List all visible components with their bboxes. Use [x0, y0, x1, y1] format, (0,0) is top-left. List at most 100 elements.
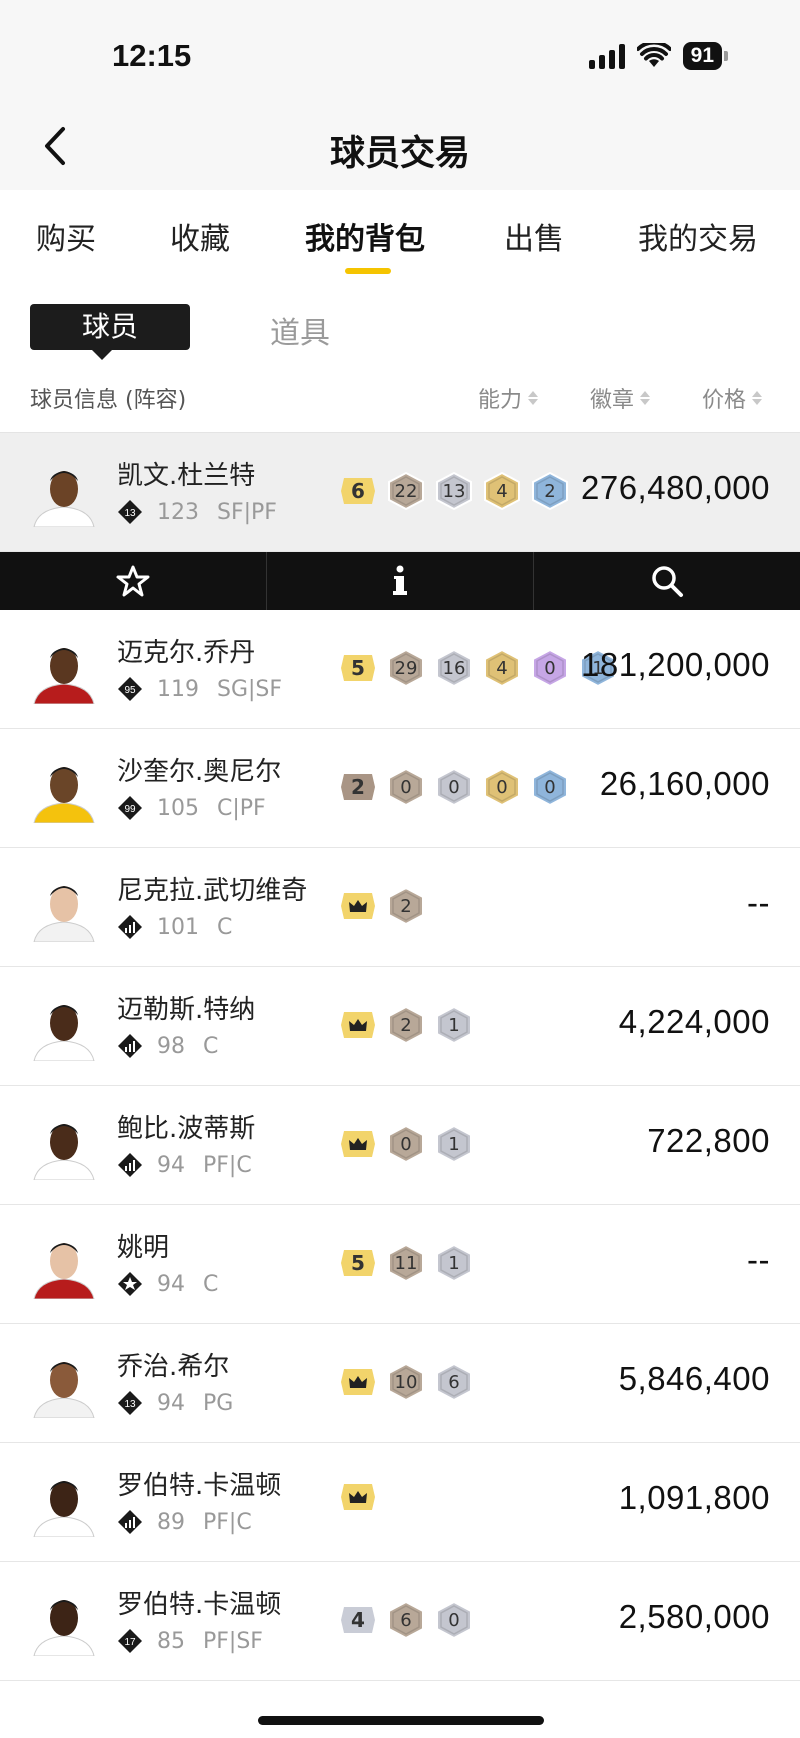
player-price: 722,800 [647, 1122, 770, 1159]
bronze-badge: 0 [386, 767, 426, 807]
badge-group: 10 6 [338, 1362, 474, 1402]
player-rating: 101 [157, 914, 199, 940]
avatar [30, 755, 98, 824]
avatar [30, 636, 98, 705]
silver-badge: 13 [434, 471, 474, 511]
star-icon [116, 565, 150, 597]
player-row[interactable]: 尼克拉.武切维奇 101 C 2 -- [0, 848, 800, 967]
sort-ability[interactable]: 能力 [478, 382, 539, 414]
badge-group [338, 1481, 378, 1513]
subtab-items[interactable]: 道具 [270, 308, 330, 352]
sort-icon [528, 391, 539, 405]
level-icon: 13 [118, 500, 142, 524]
player-rating: 89 [157, 1509, 185, 1535]
blue-badge: 0 [530, 767, 570, 807]
player-row[interactable]: 迈勒斯.特纳 98 C 2 1 4,224,000 [0, 967, 800, 1086]
gold-badge: 4 [482, 648, 522, 688]
avatar [30, 1469, 98, 1538]
tab-my-trades[interactable]: 我的交易 [638, 214, 758, 258]
player-price: 276,480,000 [580, 469, 770, 506]
player-meta: 89 PF|C [117, 1509, 252, 1535]
badge-group: 21 [338, 1005, 474, 1045]
rank-tag: 2 [338, 771, 378, 803]
bronze-badge: 2 [386, 886, 426, 926]
player-position: SF|PF [217, 499, 277, 525]
player-position: PG [203, 1390, 234, 1416]
player-name: 罗伯特.卡温顿 [117, 1590, 282, 1620]
silver-badge: 16 [434, 648, 474, 688]
player-name: 鲍比.波蒂斯 [117, 1114, 256, 1144]
player-price: 181,200,000 [580, 646, 770, 683]
player-row[interactable]: 迈克尔.乔丹 95 119 SG|SF 5 29 16 4 0 1 181,200,000 [0, 610, 800, 729]
player-meta: 95 119 SG|SF [117, 676, 282, 702]
badge-group: 5 11 1 [338, 1243, 474, 1283]
player-price: -- [747, 1241, 770, 1278]
tab-buy[interactable]: 购买 [36, 214, 96, 258]
player-position: C [203, 1271, 219, 1297]
crown-rank-icon [338, 1366, 378, 1398]
player-name: 迈克尔.乔丹 [117, 638, 256, 668]
rank-tag: 4 [338, 1604, 378, 1636]
level-icon: 13 [118, 1391, 142, 1415]
bronze-badge: 6 [386, 1600, 426, 1640]
tab-sell[interactable]: 出售 [504, 214, 564, 258]
player-meta: 13 94 PG [117, 1390, 233, 1416]
badge-group: 5 29 16 4 0 1 [338, 648, 618, 688]
player-price: 1,091,800 [618, 1479, 770, 1516]
rank-tag: 6 [338, 475, 378, 507]
player-name: 姚明 [117, 1233, 170, 1263]
level-icon [118, 1272, 142, 1296]
level-icon: 17 [118, 1629, 142, 1653]
badge-group: 2 [338, 886, 426, 926]
player-row[interactable]: 沙奎尔.奥尼尔 99 105 C|PF 2 0 0 0 0 26,160,000 [0, 729, 800, 848]
player-meta: 101 C [117, 914, 232, 940]
tab-favorites[interactable]: 收藏 [170, 214, 230, 258]
player-price: 2,580,000 [618, 1598, 770, 1635]
player-rating: 119 [157, 676, 199, 702]
player-rating: 94 [157, 1390, 185, 1416]
player-name: 凯文.杜兰特 [117, 461, 256, 491]
player-row[interactable]: 鲍比.波蒂斯 94 PF|C 0 1 722,800 [0, 1086, 800, 1205]
player-name: 乔治.希尔 [117, 1352, 230, 1382]
search-button[interactable] [534, 552, 800, 610]
home-indicator[interactable] [258, 1716, 544, 1725]
player-rating: 98 [157, 1033, 185, 1059]
player-row[interactable]: 姚明 94 C 5 11 1 -- [0, 1205, 800, 1324]
status-bar: 12:15 91 [0, 0, 800, 105]
tab-my-bag[interactable]: 我的背包 [305, 214, 425, 258]
row-action-bar [0, 552, 800, 610]
player-row[interactable]: 凯文.杜兰特 13 123 SF|PF 6 22 13 4 2 276,480,000 [0, 433, 800, 552]
crown-rank-icon [338, 890, 378, 922]
rank-tag: 5 [338, 652, 378, 684]
sort-price[interactable]: 价格 [702, 382, 763, 414]
bronze-badge: 22 [386, 471, 426, 511]
player-row[interactable]: 罗伯特.卡温顿 89 PF|C 1,091,800 [0, 1443, 800, 1562]
player-name: 尼克拉.武切维奇 [117, 876, 308, 906]
player-price: 26,160,000 [599, 765, 770, 802]
player-row[interactable]: 乔治.希尔 13 94 PG 10 6 5,846,400 [0, 1324, 800, 1443]
favorite-button[interactable] [0, 552, 267, 610]
sort-badge[interactable]: 徽章 [590, 382, 651, 414]
level-icon [118, 1153, 142, 1177]
player-row[interactable]: 罗伯特.卡温顿 17 85 PF|SF 4 6 0 2,580,000 [0, 1562, 800, 1681]
sort-icon [640, 391, 651, 405]
player-position: C|PF [217, 795, 266, 821]
silver-badge: 1 [434, 1243, 474, 1283]
column-price-label: 价格 [702, 388, 747, 413]
player-name: 迈勒斯.特纳 [117, 995, 256, 1025]
avatar [30, 1588, 98, 1657]
svg-text:95: 95 [124, 685, 136, 696]
rank-tag: 5 [338, 1247, 378, 1279]
player-meta: 13 123 SF|PF [117, 499, 277, 525]
silver-badge: 1 [434, 1005, 474, 1045]
bronze-badge: 29 [386, 648, 426, 688]
player-position: SG|SF [217, 676, 283, 702]
player-rating: 123 [157, 499, 199, 525]
avatar [30, 459, 98, 528]
info-icon [393, 565, 407, 595]
bronze-badge: 10 [386, 1362, 426, 1402]
avatar [30, 1231, 98, 1300]
player-position: PF|C [203, 1509, 252, 1535]
info-button[interactable] [267, 552, 534, 610]
subtab-players[interactable]: 球员 [30, 304, 190, 360]
